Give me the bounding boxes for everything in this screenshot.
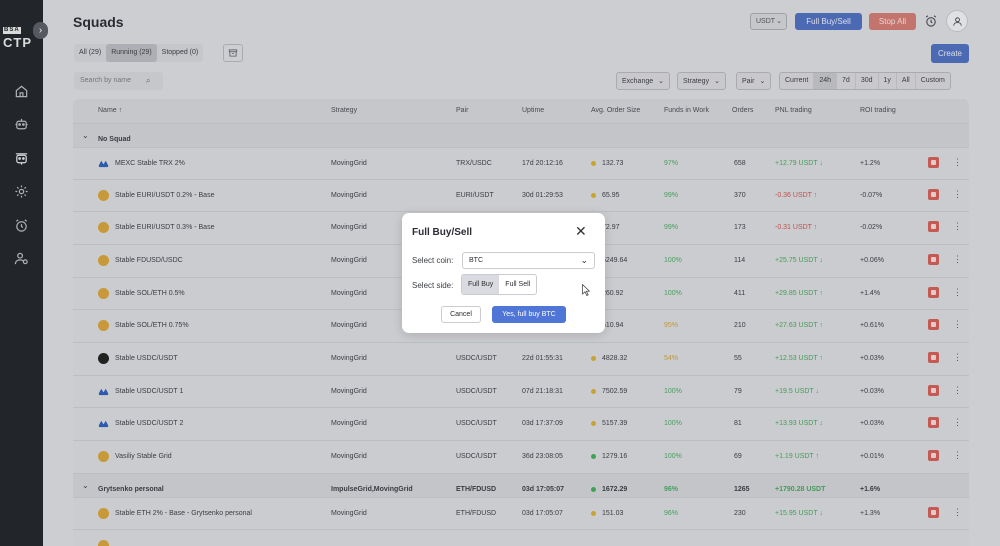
full-buy-option[interactable]: Full Buy — [462, 275, 500, 294]
confirm-full-buy-button[interactable]: Yes, full buy BTC — [492, 306, 566, 323]
coin-label: Select coin: — [412, 256, 454, 265]
modal-title: Full Buy/Sell — [412, 227, 473, 238]
close-icon[interactable]: ✕ — [575, 224, 587, 238]
side-toggle: Full Buy Full Sell — [461, 274, 538, 295]
cancel-button[interactable]: Cancel — [441, 306, 481, 323]
chevron-down-icon: ⌄ — [580, 255, 588, 265]
full-sell-option[interactable]: Full Sell — [499, 275, 536, 294]
coin-select[interactable]: BTC ⌄ — [462, 252, 595, 269]
side-label: Select side: — [412, 281, 454, 290]
coin-select-value: BTC — [469, 257, 483, 264]
mouse-cursor-icon — [582, 284, 590, 296]
full-buy-sell-modal: Full Buy/Sell ✕ Select coin: BTC ⌄ Selec… — [402, 213, 605, 333]
